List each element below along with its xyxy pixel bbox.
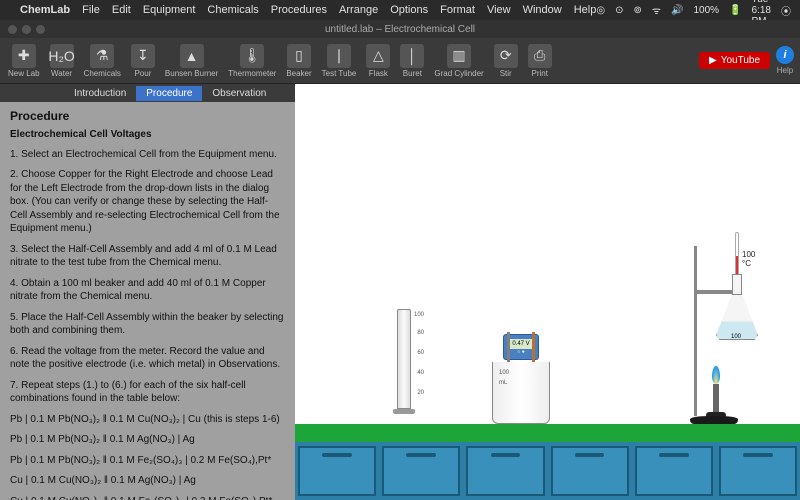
flame-icon xyxy=(712,366,720,384)
max-dot[interactable] xyxy=(36,25,45,34)
stir-icon: ⟳ xyxy=(494,44,518,68)
bench-front xyxy=(295,442,800,500)
procedure-text: Procedure Electrochemical Cell Voltages … xyxy=(0,102,295,500)
left-electrode xyxy=(507,332,510,362)
menu-equipment[interactable]: Equipment xyxy=(143,4,196,16)
tool-print[interactable]: ⎙Print xyxy=(526,44,554,78)
bench-top xyxy=(295,424,800,442)
info-button[interactable]: i xyxy=(776,46,794,64)
procedure-step: 7. Repeat steps (1.) to (6.) for each of… xyxy=(10,379,285,406)
beaker: 100 mL xyxy=(492,362,550,424)
menu-file[interactable]: File xyxy=(82,4,100,16)
tool-beaker[interactable]: ▯Beaker xyxy=(284,44,313,78)
halfcell-combo: Pb | 0.1 M Pb(NO₃)₂ ‖ 0.1 M Ag(NO₃) | Ag xyxy=(10,433,285,447)
testtube-icon: ❘ xyxy=(327,44,351,68)
battery-status: 100% xyxy=(693,5,719,16)
tool-pour[interactable]: ↧Pour xyxy=(129,44,157,78)
menu-help[interactable]: Help xyxy=(574,4,597,16)
tool-buret[interactable]: │Buret xyxy=(398,44,426,78)
window-title: untitled.lab – Electrochemical Cell xyxy=(0,24,800,35)
halfcell-combo: Pb | 0.1 M Pb(NO₃)₂ ‖ 0.1 M Fe₂(SO₄)₃ | … xyxy=(10,454,285,468)
electrochemical-cell[interactable]: 0.47 V ○ ● 100 mL xyxy=(490,334,552,424)
bunsen-icon: ▲ xyxy=(180,44,204,68)
tool-thermometer[interactable]: 🌡Thermometer xyxy=(226,44,278,78)
procedure-step: 2. Choose Copper for the Right Electrode… xyxy=(10,168,285,236)
battery-icon: 🔋 xyxy=(729,5,741,16)
youtube-button[interactable]: ▶ YouTube xyxy=(699,52,770,69)
tool-water[interactable]: H₂OWater xyxy=(48,44,76,78)
tool-stir[interactable]: ⟳Stir xyxy=(492,44,520,78)
voltmeter-reading: 0.47 V xyxy=(507,339,535,349)
flask-on-stand[interactable]: 100 °C 100 xyxy=(650,244,760,424)
ring-stand-base xyxy=(690,416,738,424)
macos-menubar: ChemLab File Edit Equipment Chemicals Pr… xyxy=(0,0,800,20)
window-titlebar: untitled.lab – Electrochemical Cell xyxy=(0,20,800,38)
simulation-viewport[interactable]: 100 80 60 40 20 0.47 V ○ ● 100 mL xyxy=(295,84,800,500)
graduated-cylinder[interactable]: 100 80 60 40 20 xyxy=(393,309,415,424)
menu-chemicals[interactable]: Chemicals xyxy=(207,4,258,16)
tab-introduction[interactable]: Introduction xyxy=(64,86,136,101)
wifi-icon[interactable]: ᯤ xyxy=(652,3,661,17)
chemicals-icon: ⚗ xyxy=(90,44,114,68)
halfcell-combo: Pb | 0.1 M Pb(NO₃)₂ ‖ 0.1 M Cu(NO₃)₂ | C… xyxy=(10,413,285,427)
buret-icon: │ xyxy=(400,44,424,68)
tool-chemicals[interactable]: ⚗Chemicals xyxy=(82,44,123,78)
panel-tabs: Introduction Procedure Observation xyxy=(0,84,295,102)
tab-procedure[interactable]: Procedure xyxy=(136,86,202,101)
app-name[interactable]: ChemLab xyxy=(20,4,70,16)
help-label: Help xyxy=(777,66,793,75)
erlenmeyer-flask[interactable]: 100 xyxy=(716,274,758,340)
gradcyl-icon: ▥ xyxy=(447,44,471,68)
halfcell-combo: Cu | 0.1 M Cu(NO₃)₂ ‖ 0.1 M Ag(NO₃) | Ag xyxy=(10,474,285,488)
menu-arrange[interactable]: Arrange xyxy=(339,4,378,16)
menu-procedures[interactable]: Procedures xyxy=(271,4,327,16)
thermometer-icon: 🌡 xyxy=(240,44,264,68)
toolbar: ✚New LabH₂OWater⚗Chemicals↧Pour▲Bunsen B… xyxy=(0,38,800,84)
beaker-icon: ▯ xyxy=(287,44,311,68)
tool-testtube[interactable]: ❘Test Tube xyxy=(320,44,359,78)
menu-format[interactable]: Format xyxy=(440,4,475,16)
tool-bunsen[interactable]: ▲Bunsen Burner xyxy=(163,44,220,78)
print-icon: ⎙ xyxy=(528,44,552,68)
procedure-step: 6. Read the voltage from the meter. Reco… xyxy=(10,345,285,372)
menu-window[interactable]: Window xyxy=(523,4,562,16)
menu-edit[interactable]: Edit xyxy=(112,4,131,16)
tool-gradcyl[interactable]: ▥Grad Cylinder xyxy=(432,44,485,78)
procedure-subheading: Electrochemical Cell Voltages xyxy=(10,128,285,142)
halfcell-combo: Cu | 0.1 M Cu(NO₃)₂ ‖ 0.1 M Fe₂(SO₄)₃ | … xyxy=(10,495,285,500)
flask-icon: △ xyxy=(366,44,390,68)
menu-options[interactable]: Options xyxy=(390,4,428,16)
ring-stand-pole xyxy=(694,246,697,416)
procedure-step: 1. Select an Electrochemical Cell from t… xyxy=(10,148,285,162)
procedure-heading: Procedure xyxy=(10,108,285,124)
procedure-step: 4. Obtain a 100 ml beaker and add 40 ml … xyxy=(10,277,285,304)
pour-icon: ↧ xyxy=(131,44,155,68)
tool-flask[interactable]: △Flask xyxy=(364,44,392,78)
min-dot[interactable] xyxy=(22,25,31,34)
bunsen-burner[interactable] xyxy=(706,366,726,418)
tool-new-lab[interactable]: ✚New Lab xyxy=(6,44,42,78)
status-icon: ⊚ xyxy=(633,5,641,16)
temperature-label: 100 °C xyxy=(742,250,760,268)
volume-icon[interactable]: 🔊 xyxy=(671,5,683,16)
procedure-step: 3. Select the Half-Cell Assembly and add… xyxy=(10,243,285,270)
procedure-panel: Introduction Procedure Observation Proce… xyxy=(0,84,295,500)
status-icon: ◎ xyxy=(596,5,605,16)
procedure-step: 5. Place the Half-Cell Assembly within t… xyxy=(10,311,285,338)
menu-view[interactable]: View xyxy=(487,4,511,16)
tab-observation[interactable]: Observation xyxy=(202,86,276,101)
status-icon: ⊙ xyxy=(615,5,623,16)
close-dot[interactable] xyxy=(8,25,17,34)
spotlight-icon[interactable]: ⦿ xyxy=(781,3,791,18)
new-lab-icon: ✚ xyxy=(12,44,36,68)
water-icon: H₂O xyxy=(50,44,74,68)
right-electrode xyxy=(532,332,535,362)
